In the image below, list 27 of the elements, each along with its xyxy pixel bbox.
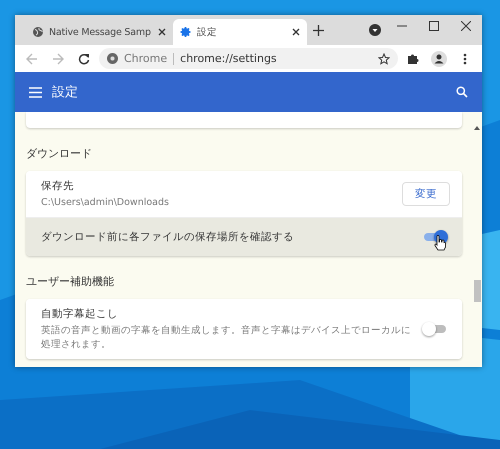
toggle-knob[interactable] xyxy=(422,322,436,336)
scroll-up-icon[interactable] xyxy=(474,126,480,130)
close-icon[interactable] xyxy=(292,28,300,36)
page-title: 設定 xyxy=(52,84,79,101)
url-text: chrome://settings xyxy=(180,52,278,65)
section-title: ユーザー補助機能 xyxy=(26,274,115,290)
menu-icon[interactable] xyxy=(29,86,42,98)
gear-icon xyxy=(180,26,192,38)
toggle-switch[interactable] xyxy=(422,322,448,336)
star-icon[interactable] xyxy=(378,52,390,64)
browser-tab[interactable]: Native Message Samp xyxy=(25,19,173,45)
setting-label: ダウンロード前に各ファイルの保存場所を確認する xyxy=(41,230,295,244)
address-bar[interactable]: Chrome chrome://settings xyxy=(99,48,398,69)
scrollbar-thumb[interactable] xyxy=(474,280,480,302)
section-title: ダウンロード xyxy=(26,146,93,162)
globe-icon xyxy=(32,26,44,38)
change-button[interactable]: 変更 xyxy=(402,182,450,206)
setting-label: 自動字幕起こし xyxy=(41,307,119,322)
chrome-icon xyxy=(107,53,118,64)
browser-tab[interactable]: 設定 xyxy=(173,19,307,45)
setting-description: C:\Users\admin\Downloads xyxy=(41,196,170,210)
site-origin: Chrome xyxy=(124,52,168,65)
search-icon[interactable] xyxy=(456,86,468,98)
close-icon[interactable] xyxy=(158,28,166,36)
hand-cursor-icon xyxy=(434,235,446,252)
setting-label: 保存先 xyxy=(41,179,75,193)
setting-description: 英語の音声と動画の字幕を自動生成します。音声と字幕はデバイス上でローカルに処理されます。 xyxy=(41,324,412,351)
